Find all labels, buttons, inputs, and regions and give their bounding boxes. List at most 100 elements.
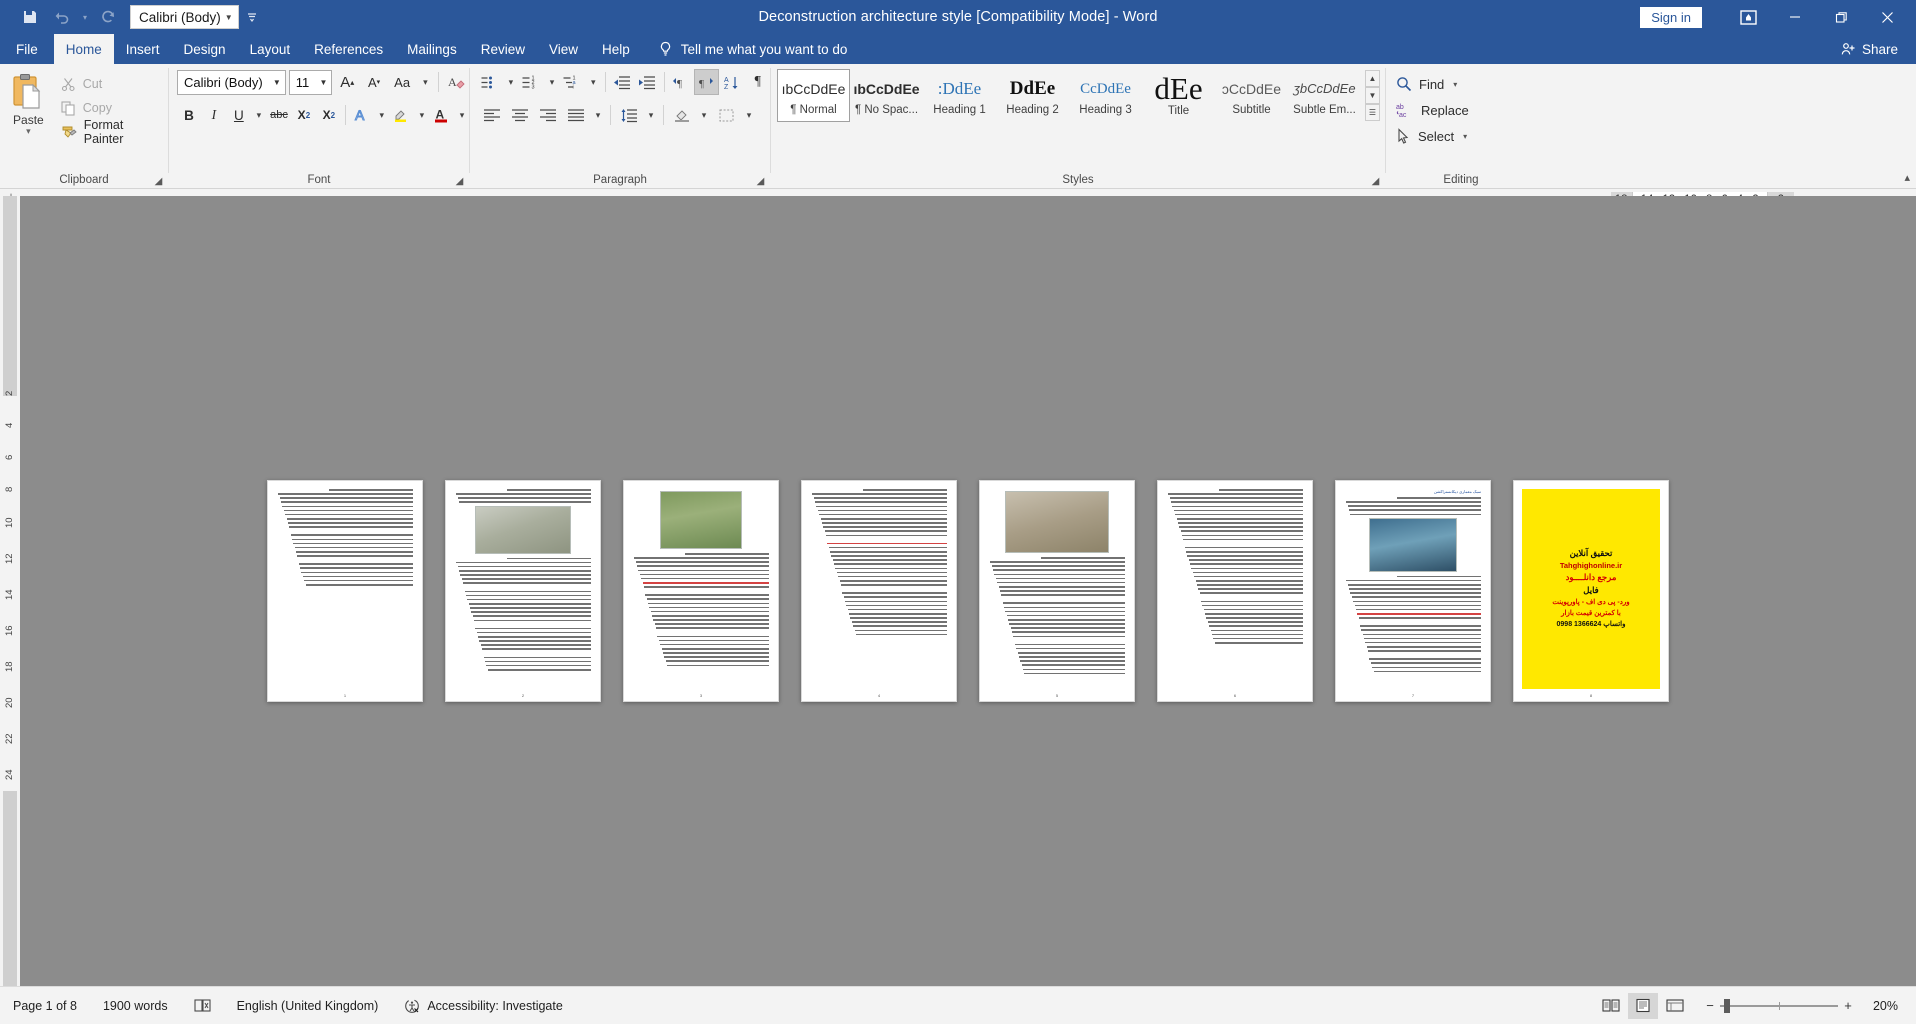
- chevron-down-icon[interactable]: ▾: [415, 102, 429, 128]
- document-page-7[interactable]: سبک معماری دیکانستراکشن 7: [1335, 480, 1491, 702]
- style-heading-3[interactable]: CcDdEe Heading 3: [1069, 69, 1142, 122]
- align-right-button[interactable]: [534, 102, 561, 128]
- bold-button[interactable]: B: [177, 102, 201, 128]
- copy-button[interactable]: Copy: [57, 97, 168, 119]
- language-indicator[interactable]: English (United Kingdom): [224, 987, 392, 1025]
- style-title[interactable]: dEe Title: [1142, 69, 1215, 122]
- style-normal[interactable]: ıbCcDdEe ¶ Normal: [777, 69, 850, 122]
- save-icon[interactable]: [14, 3, 46, 31]
- clear-formatting-button[interactable]: A: [445, 69, 469, 95]
- chevron-down-icon[interactable]: ▾: [643, 102, 659, 128]
- style-no-spacing[interactable]: ıbCcDdEe ¶ No Spac...: [850, 69, 923, 122]
- undo-icon[interactable]: [46, 3, 78, 31]
- style-subtle-emphasis[interactable]: ʒbCcDdEe Subtle Em...: [1288, 69, 1361, 122]
- page-indicator[interactable]: Page 1 of 8: [0, 987, 90, 1025]
- chevron-down-icon[interactable]: ▾: [545, 69, 560, 95]
- tab-file[interactable]: File: [0, 34, 54, 64]
- document-page-8[interactable]: تحقیق آنلاین Tahghighonline.ir مرجع دانل…: [1513, 480, 1669, 702]
- styles-scroll-up-icon[interactable]: ▲: [1365, 70, 1380, 87]
- chevron-down-icon[interactable]: ▾: [252, 102, 266, 128]
- word-count[interactable]: 1900 words: [90, 987, 181, 1025]
- document-page-5[interactable]: 5: [979, 480, 1135, 702]
- text-effects-button[interactable]: A: [350, 102, 374, 128]
- font-name-combo[interactable]: Calibri (Body) ▼: [177, 70, 286, 95]
- zoom-track[interactable]: [1720, 1005, 1838, 1007]
- style-heading-2[interactable]: DdEe Heading 2: [996, 69, 1069, 122]
- font-dialog-launcher-icon[interactable]: ◢: [454, 176, 465, 187]
- format-painter-button[interactable]: Format Painter: [57, 121, 168, 143]
- chevron-down-icon[interactable]: ▾: [1453, 80, 1457, 89]
- web-layout-button[interactable]: [1660, 993, 1690, 1019]
- styles-dialog-launcher-icon[interactable]: ◢: [1370, 176, 1381, 187]
- paste-button[interactable]: Paste ▾: [0, 69, 57, 136]
- chevron-down-icon[interactable]: ▾: [455, 102, 469, 128]
- grow-font-button[interactable]: A▴: [335, 69, 359, 95]
- styles-scroll-down-icon[interactable]: ▼: [1365, 87, 1380, 104]
- font-color-button[interactable]: A: [430, 102, 454, 128]
- sign-in-button[interactable]: Sign in: [1640, 7, 1702, 28]
- shrink-font-button[interactable]: A▾: [362, 69, 386, 95]
- text-highlight-button[interactable]: [390, 102, 414, 128]
- tell-me-search[interactable]: Tell me what you want to do: [658, 34, 848, 64]
- numbering-button[interactable]: 123: [519, 69, 544, 95]
- document-page-1[interactable]: 1: [267, 480, 423, 702]
- chevron-down-icon[interactable]: ▾: [696, 102, 712, 128]
- tab-home[interactable]: Home: [54, 34, 114, 64]
- ribbon-display-options-icon[interactable]: [1733, 2, 1763, 32]
- print-layout-button[interactable]: [1628, 993, 1658, 1019]
- read-mode-button[interactable]: [1596, 993, 1626, 1019]
- zoom-out-button[interactable]: −: [1700, 995, 1720, 1017]
- tab-design[interactable]: Design: [172, 34, 238, 64]
- chevron-down-icon[interactable]: ▾: [590, 102, 606, 128]
- italic-button[interactable]: I: [202, 102, 226, 128]
- document-page-3[interactable]: 3: [623, 480, 779, 702]
- font-size-combo[interactable]: 11 ▼: [289, 70, 333, 95]
- zoom-thumb[interactable]: [1724, 999, 1730, 1013]
- right-to-left-button[interactable]: ¶: [694, 69, 719, 95]
- accessibility-status[interactable]: Accessibility: Investigate: [391, 987, 575, 1025]
- tab-insert[interactable]: Insert: [114, 34, 172, 64]
- replace-button[interactable]: abac Replace: [1396, 98, 1469, 122]
- style-heading-1[interactable]: :DdEe Heading 1: [923, 69, 996, 122]
- decrease-indent-button[interactable]: [609, 69, 634, 95]
- select-button[interactable]: Select ▾: [1396, 124, 1469, 148]
- redo-icon[interactable]: [92, 3, 124, 31]
- justify-button[interactable]: [562, 102, 589, 128]
- vertical-ruler[interactable]: 2 4 6 8 10 12 14 16 18 20 22 24: [0, 196, 20, 986]
- align-center-button[interactable]: [506, 102, 533, 128]
- tab-layout[interactable]: Layout: [238, 34, 303, 64]
- share-button[interactable]: Share: [1841, 34, 1916, 64]
- multilevel-list-button[interactable]: 1ai: [560, 69, 585, 95]
- tab-review[interactable]: Review: [469, 34, 537, 64]
- chevron-down-icon[interactable]: ▾: [78, 3, 92, 31]
- sort-button[interactable]: AZ: [720, 69, 745, 95]
- style-subtitle[interactable]: ɔCcDdEe Subtitle: [1215, 69, 1288, 122]
- underline-button[interactable]: U: [227, 102, 251, 128]
- tab-references[interactable]: References: [302, 34, 395, 64]
- superscript-button[interactable]: X2: [317, 102, 341, 128]
- shading-button[interactable]: [668, 102, 695, 128]
- change-case-button[interactable]: Aa: [389, 69, 415, 95]
- document-page-2[interactable]: 2: [445, 480, 601, 702]
- clipboard-dialog-launcher-icon[interactable]: ◢: [153, 176, 164, 187]
- chevron-down-icon[interactable]: ▾: [375, 102, 389, 128]
- chevron-down-icon[interactable]: ▾: [586, 69, 601, 95]
- find-button[interactable]: Find ▾: [1396, 72, 1469, 96]
- styles-more-icon[interactable]: ☰: [1365, 104, 1380, 121]
- increase-indent-button[interactable]: [635, 69, 660, 95]
- minimize-button[interactable]: [1772, 0, 1818, 34]
- paragraph-dialog-launcher-icon[interactable]: ◢: [755, 176, 766, 187]
- subscript-button[interactable]: X2: [292, 102, 316, 128]
- chevron-down-icon[interactable]: ▾: [418, 69, 432, 95]
- close-button[interactable]: [1864, 0, 1910, 34]
- borders-button[interactable]: [713, 102, 740, 128]
- quick-font-combo[interactable]: Calibri (Body) ▼: [130, 5, 239, 29]
- proofing-status[interactable]: [181, 987, 224, 1025]
- zoom-in-button[interactable]: +: [1838, 995, 1858, 1017]
- chevron-down-icon[interactable]: ▾: [26, 127, 31, 136]
- customize-qat-icon[interactable]: [239, 4, 265, 30]
- chevron-down-icon[interactable]: ▾: [741, 102, 757, 128]
- cut-button[interactable]: Cut: [57, 73, 168, 95]
- zoom-slider[interactable]: − +: [1700, 995, 1858, 1017]
- align-left-button[interactable]: [478, 102, 505, 128]
